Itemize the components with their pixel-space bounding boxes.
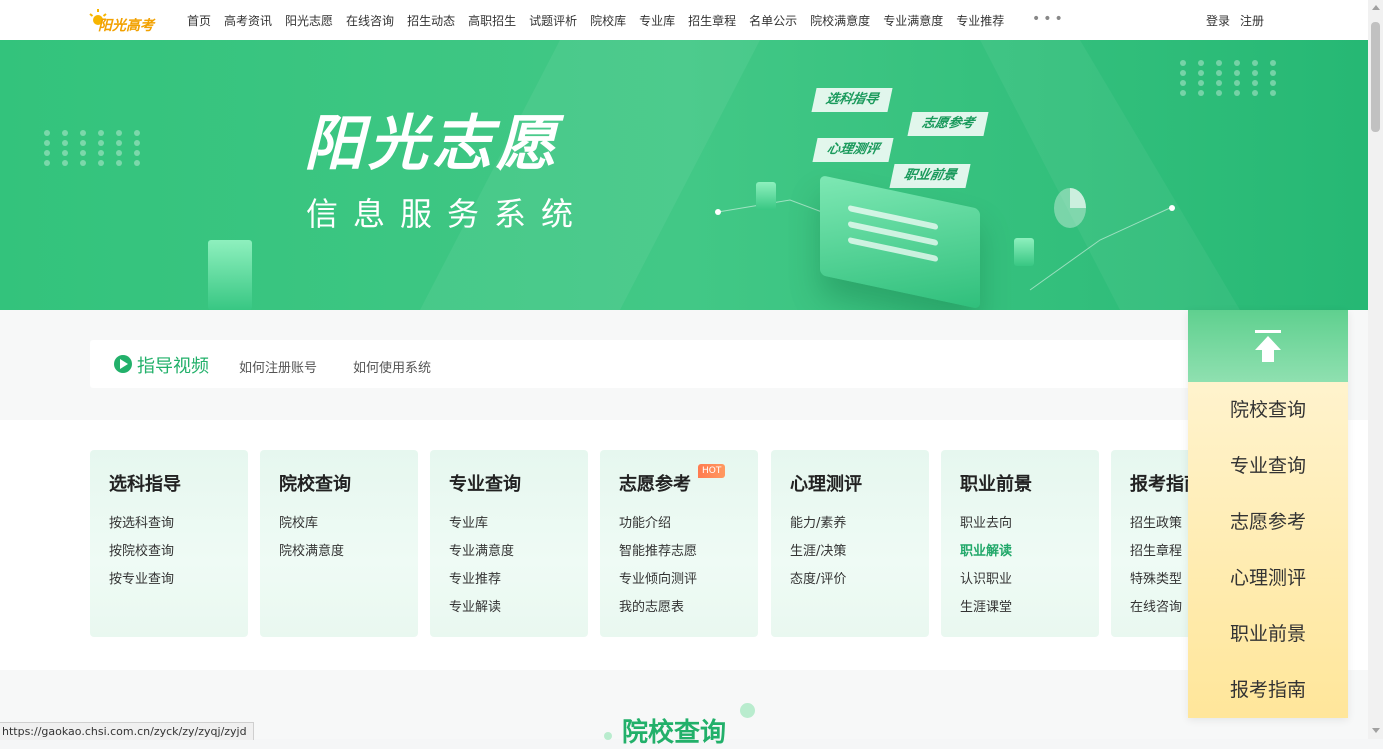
arrow-up-icon [1255, 330, 1281, 333]
play-icon[interactable] [114, 355, 132, 373]
nav-college-db[interactable]: 院校库 [590, 14, 626, 28]
banner-title: 阳光志愿 [304, 109, 560, 179]
quick-nav-psychology[interactable]: 心理测评 [1188, 550, 1348, 606]
nav-sunshine-volunteer[interactable]: 阳光志愿 [285, 14, 333, 28]
card-title[interactable]: 职业前景 [960, 470, 1032, 496]
nav-college-satisfaction[interactable]: 院校满意度 [810, 14, 870, 28]
nav-major-recommend[interactable]: 专业推荐 [956, 14, 1004, 28]
card-major-search: 专业查询 专业库 专业满意度 专业推荐 专业解读 [430, 450, 588, 637]
card-link[interactable]: 职业去向 [960, 510, 1012, 538]
guide-video-section: 指导视频 如何注册账号 如何使用系统 [0, 310, 1368, 420]
card-link[interactable]: 智能推荐志愿 [619, 538, 697, 566]
floating-quick-nav: 院校查询 专业查询 志愿参考 心理测评 职业前景 报考指南 [1188, 310, 1348, 718]
card-title[interactable]: 院校查询 [279, 470, 351, 496]
card-link[interactable]: 在线咨询 [1130, 594, 1182, 622]
page-scrollbar[interactable] [1368, 0, 1383, 739]
card-link[interactable]: 特殊类型 [1130, 566, 1182, 594]
quick-nav-college[interactable]: 院校查询 [1188, 382, 1348, 438]
login-link[interactable]: 登录 [1206, 14, 1230, 28]
dot-grid-left [44, 130, 152, 166]
nav-online-consult[interactable]: 在线咨询 [346, 14, 394, 28]
section-title: 院校查询 [622, 718, 727, 748]
register-link[interactable]: 注册 [1240, 14, 1264, 28]
quick-nav-career[interactable]: 职业前景 [1188, 606, 1348, 662]
bubble-decoration [740, 703, 755, 718]
more-icon[interactable]: ••• [1032, 12, 1066, 26]
card-title[interactable]: 专业查询 [449, 470, 521, 496]
guide-video-title: 指导视频 [137, 356, 209, 377]
card-career-prospect: 职业前景 职业去向 职业解读 认识职业 生涯课堂 [941, 450, 1099, 637]
card-link[interactable]: 招生政策 [1130, 510, 1182, 538]
site-logo[interactable]: 阳光高考 [88, 8, 162, 34]
card-title[interactable]: 心理测评 [790, 470, 862, 496]
scroll-down-icon[interactable] [1372, 728, 1380, 733]
card-link[interactable]: 专业解读 [449, 594, 514, 622]
guide-link-usage[interactable]: 如何使用系统 [353, 357, 431, 376]
guide-video-bar: 指导视频 如何注册账号 如何使用系统 [90, 340, 1270, 388]
nav-public-list[interactable]: 名单公示 [749, 14, 797, 28]
pie-chart-icon [1054, 188, 1086, 228]
card-link[interactable]: 生涯/决策 [790, 538, 846, 566]
card-link-active[interactable]: 职业解读 [960, 538, 1012, 566]
card-title[interactable]: 选科指导 [109, 470, 181, 496]
card-link[interactable]: 院校库 [279, 510, 344, 538]
nav-admission-news[interactable]: 招生动态 [407, 14, 455, 28]
banner-rays-decoration [420, 40, 1240, 310]
card-link[interactable]: 功能介绍 [619, 510, 697, 538]
card-link[interactable]: 按院校查询 [109, 538, 174, 566]
banner-chip-reference: 志愿参考 [907, 112, 989, 136]
card-link[interactable]: 认识职业 [960, 566, 1012, 594]
quick-nav-reference[interactable]: 志愿参考 [1188, 494, 1348, 550]
back-to-top-button[interactable] [1188, 310, 1348, 382]
banner-subtitle: 信息服务系统 [306, 195, 589, 233]
banner-chip-subject: 选科指导 [811, 88, 893, 112]
status-bar-url: https://gaokao.chsi.com.cn/zyck/zy/zyqj/… [0, 722, 254, 740]
guide-link-register[interactable]: 如何注册账号 [239, 357, 317, 376]
banner-cube-small [756, 182, 776, 210]
card-link[interactable]: 招生章程 [1130, 538, 1182, 566]
card-link[interactable]: 专业倾向测评 [619, 566, 697, 594]
card-link[interactable]: 专业库 [449, 510, 514, 538]
card-volunteer-reference: 志愿参考 HOT 功能介绍 智能推荐志愿 专业倾向测评 我的志愿表 [600, 450, 758, 637]
nav-admission-rules[interactable]: 招生章程 [688, 14, 736, 28]
card-college-search: 院校查询 院校库 院校满意度 [260, 450, 418, 637]
hero-banner: 阳光志愿 信息服务系统 选科指导 志愿参考 心理测评 职业前景 [0, 40, 1368, 310]
nav-major-satisfaction[interactable]: 专业满意度 [883, 14, 943, 28]
banner-cube-decoration [208, 240, 252, 310]
dot-grid-right [1180, 60, 1288, 96]
banner-chip-psychology: 心理测评 [812, 138, 894, 162]
nav-vocational[interactable]: 高职招生 [468, 14, 516, 28]
logo-text: 阳光高考 [98, 18, 154, 34]
card-link[interactable]: 按选科查询 [109, 510, 174, 538]
banner-chip-career: 职业前景 [889, 164, 971, 188]
nav-home[interactable]: 首页 [187, 14, 211, 28]
feature-cards-section: 选科指导 按选科查询 按院校查询 按专业查询 院校查询 院校库 院校满意度 专业… [0, 420, 1368, 670]
quick-nav-major[interactable]: 专业查询 [1188, 438, 1348, 494]
main-nav: 首页 高考资讯 阳光志愿 在线咨询 招生动态 高职招生 试题评析 院校库 专业库 招生章程 名单公示… [187, 12, 1017, 29]
card-link[interactable]: 专业满意度 [449, 538, 514, 566]
nav-major-db[interactable]: 专业库 [639, 14, 675, 28]
hot-badge: HOT [698, 464, 726, 478]
card-subject-guide: 选科指导 按选科查询 按院校查询 按专业查询 [90, 450, 248, 637]
card-psychology-test: 心理测评 能力/素养 生涯/决策 态度/评价 [771, 450, 929, 637]
scroll-up-icon[interactable] [1372, 5, 1380, 10]
banner-cube-small-right [1014, 238, 1034, 266]
nav-exam-review[interactable]: 试题评析 [529, 14, 577, 28]
card-link[interactable]: 院校满意度 [279, 538, 344, 566]
card-title[interactable]: 志愿参考 [619, 470, 691, 496]
card-link[interactable]: 生涯课堂 [960, 594, 1012, 622]
card-link[interactable]: 态度/评价 [790, 566, 846, 594]
top-navigation-bar: 阳光高考 首页 高考资讯 阳光志愿 在线咨询 招生动态 高职招生 试题评析 院校库 专业库 招生章… [0, 0, 1368, 41]
quick-nav-guide[interactable]: 报考指南 [1188, 662, 1348, 718]
auth-links: 登录 注册 [1206, 12, 1274, 29]
scrollbar-thumb[interactable] [1371, 22, 1380, 132]
card-link[interactable]: 专业推荐 [449, 566, 514, 594]
card-link[interactable]: 我的志愿表 [619, 594, 697, 622]
card-link[interactable]: 按专业查询 [109, 566, 174, 594]
nav-news[interactable]: 高考资讯 [224, 14, 272, 28]
card-link[interactable]: 能力/素养 [790, 510, 846, 538]
